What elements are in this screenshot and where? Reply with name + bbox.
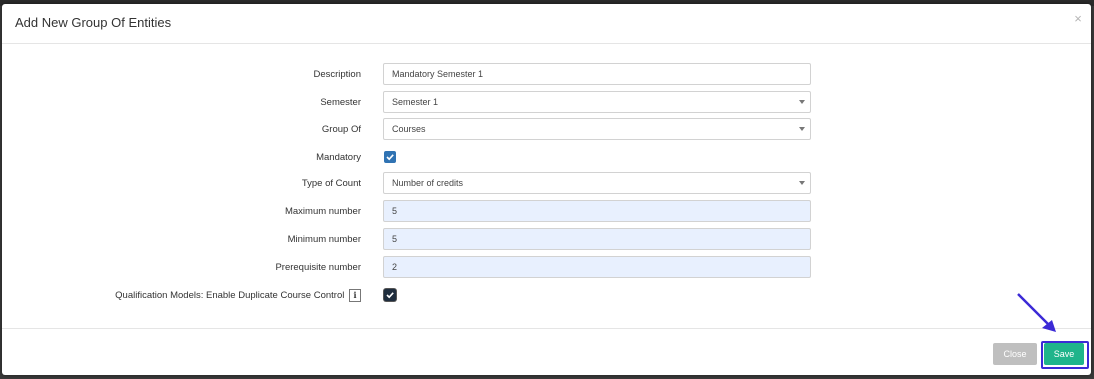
duplicate-control-label-group: Qualification Models: Enable Duplicate C… (115, 289, 361, 302)
minimum-number-row: Minimum number 5 (2, 228, 1091, 252)
type-of-count-row: Type of Count Number of credits (2, 172, 1091, 196)
minimum-number-label: Minimum number (287, 234, 361, 245)
prerequisite-number-input[interactable]: 2 (383, 256, 811, 278)
close-icon[interactable]: × (1071, 12, 1085, 26)
chevron-down-icon (799, 127, 805, 131)
group-of-value: Courses (392, 124, 426, 134)
add-group-modal: Add New Group Of Entities × Description … (2, 4, 1091, 375)
maximum-number-input[interactable]: 5 (383, 200, 811, 222)
semester-row: Semester Semester 1 (2, 91, 1091, 115)
prerequisite-number-label: Prerequisite number (275, 262, 361, 273)
type-of-count-select[interactable]: Number of credits (383, 172, 811, 194)
prerequisite-number-row: Prerequisite number 2 (2, 256, 1091, 280)
check-icon (386, 154, 394, 161)
chevron-down-icon (799, 181, 805, 185)
semester-value: Semester 1 (392, 97, 439, 107)
save-button[interactable]: Save (1044, 343, 1084, 365)
duplicate-control-row: Qualification Models: Enable Duplicate C… (2, 284, 1091, 308)
modal-header: Add New Group Of Entities × (2, 4, 1091, 44)
info-icon[interactable]: i (349, 289, 361, 302)
pointer-arrow-icon (1017, 293, 1056, 332)
maximum-number-row: Maximum number 5 (2, 200, 1091, 224)
modal-body: Description Mandatory Semester 1 Semeste… (2, 44, 1091, 328)
check-icon (386, 292, 394, 299)
semester-label: Semester (320, 97, 361, 108)
minimum-number-input[interactable]: 5 (383, 228, 811, 250)
maximum-number-label: Maximum number (284, 206, 361, 217)
duplicate-control-checkbox[interactable] (384, 289, 396, 301)
mandatory-checkbox[interactable] (384, 151, 396, 163)
duplicate-control-label: Qualification Models: Enable Duplicate C… (115, 290, 345, 302)
description-row: Description Mandatory Semester 1 (2, 63, 1091, 87)
modal-footer: Close Save (2, 328, 1091, 376)
chevron-down-icon (799, 100, 805, 104)
group-of-row: Group Of Courses (2, 118, 1091, 142)
group-of-select[interactable]: Courses (383, 118, 811, 140)
semester-select[interactable]: Semester 1 (383, 91, 811, 113)
group-of-label: Group Of (321, 124, 361, 135)
description-input[interactable]: Mandatory Semester 1 (383, 63, 811, 85)
modal-title: Add New Group Of Entities (15, 15, 172, 30)
type-of-count-value: Number of credits (392, 178, 464, 188)
mandatory-label: Mandatory (316, 152, 361, 163)
mandatory-row: Mandatory (2, 146, 1091, 170)
type-of-count-label: Type of Count (301, 178, 361, 189)
description-label: Description (313, 69, 361, 80)
close-button[interactable]: Close (993, 343, 1037, 365)
